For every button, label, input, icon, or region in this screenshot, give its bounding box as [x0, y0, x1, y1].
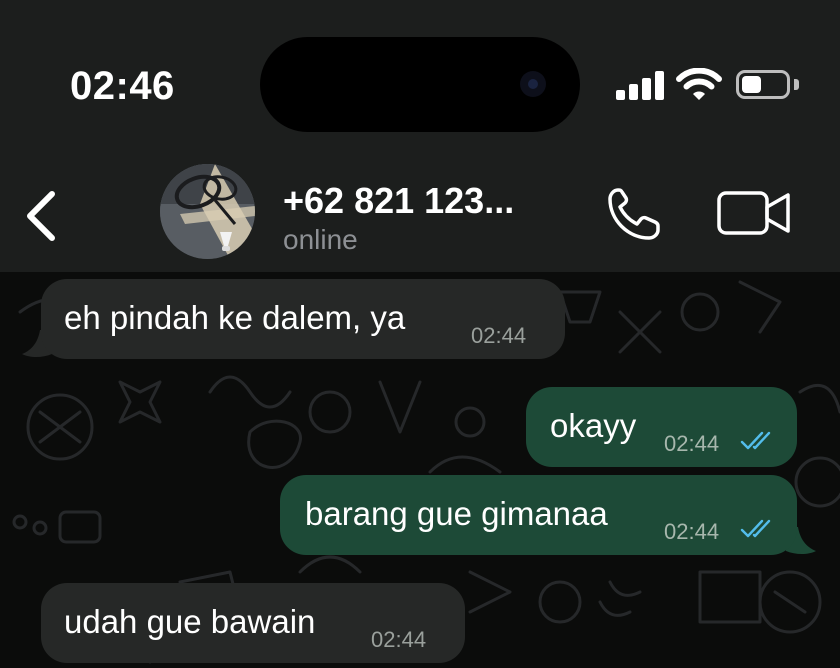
message-time: 02:44	[371, 627, 427, 652]
read-receipt-icon	[740, 431, 771, 450]
contact-avatar[interactable]	[160, 164, 255, 259]
message-bubble-incoming[interactable]: eh pindah ke dalem, ya 02:44	[41, 279, 565, 359]
message-text: okayy	[550, 407, 637, 444]
message-time: 02:44	[471, 323, 527, 348]
read-receipt-icon	[740, 519, 771, 538]
dynamic-island	[260, 37, 580, 132]
message-text: udah gue bawain	[64, 603, 316, 640]
message-time: 02:44	[664, 519, 720, 544]
chat-area[interactable]: eh pindah ke dalem, ya 02:44 okayy 02:44…	[0, 272, 840, 668]
contact-status: online	[283, 224, 358, 255]
phone-icon[interactable]	[604, 184, 664, 244]
front-camera-icon	[520, 71, 546, 97]
chat-header: +62 821 123... online	[0, 140, 840, 272]
video-camera-icon[interactable]	[716, 190, 792, 236]
back-chevron-icon[interactable]	[22, 188, 62, 244]
status-time: 02:46	[70, 64, 175, 108]
message-bubble-incoming[interactable]: udah gue bawain 02:44	[41, 583, 465, 663]
battery-level	[742, 76, 761, 93]
message-bubble-outgoing[interactable]: okayy 02:44	[526, 387, 797, 467]
battery-icon	[736, 70, 790, 99]
message-text: barang gue gimanaa	[305, 495, 608, 532]
message-time: 02:44	[664, 431, 720, 456]
message-bubble-outgoing[interactable]: barang gue gimanaa 02:44	[280, 475, 797, 555]
cellular-signal-icon	[616, 70, 664, 100]
contact-name[interactable]: +62 821 123...	[283, 180, 514, 222]
battery-tip	[794, 79, 799, 90]
message-text: eh pindah ke dalem, ya	[64, 299, 406, 336]
wifi-icon	[676, 68, 722, 100]
status-bar: 02:46	[0, 0, 840, 140]
